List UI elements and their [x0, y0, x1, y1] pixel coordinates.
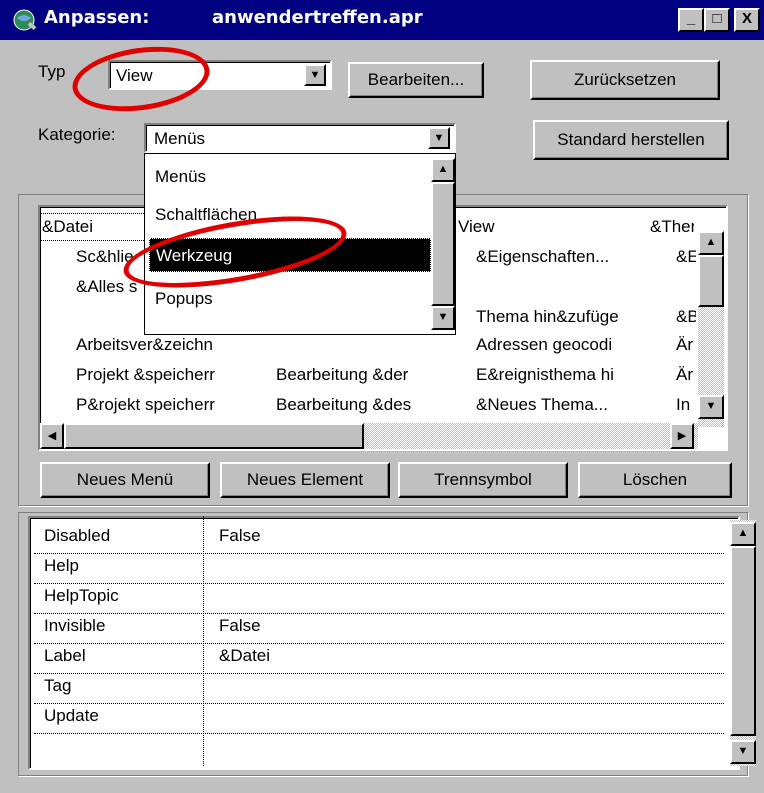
maximize-button[interactable]: □	[704, 8, 730, 32]
neues-element-button[interactable]: Neues Element	[220, 462, 390, 498]
globe-icon	[13, 9, 37, 31]
grid-cell[interactable]: Är	[676, 365, 696, 385]
property-row[interactable]: Tag	[34, 674, 724, 704]
chevron-down-icon[interactable]: ▼	[428, 127, 450, 149]
grid-cell[interactable]: &B	[676, 307, 696, 327]
kategorie-dropdown-list[interactable]: Menüs Schaltflächen Werkzeug Popups ▲ ▼	[144, 153, 456, 335]
property-row[interactable]: Help	[34, 554, 724, 584]
property-name: Invisible	[44, 616, 106, 635]
property-name: Tag	[44, 676, 72, 695]
grid-hscroll-thumb[interactable]	[64, 423, 364, 449]
grid-vscroll-thumb[interactable]	[698, 255, 724, 307]
property-column-divider	[203, 516, 204, 766]
property-value[interactable]: &Datei	[219, 646, 270, 666]
property-vscroll-thumb[interactable]	[730, 546, 756, 736]
standard-herstellen-button[interactable]: Standard herstellen	[533, 120, 729, 160]
title-bar[interactable]: Anpassen: anwendertreffen.apr _ □ X	[0, 0, 764, 40]
kategorie-select[interactable]: Menüs ▼	[144, 123, 456, 153]
property-name: Disabled	[44, 526, 111, 545]
grid-cell[interactable]: Bearbeitung &des	[276, 395, 456, 415]
property-name: HelpTopic	[44, 586, 119, 605]
grid-header-datei[interactable]: &Datei	[42, 217, 93, 237]
dropdown-item-werkzeug[interactable]: Werkzeug	[149, 238, 431, 272]
scroll-up-icon[interactable]: ▲	[730, 522, 756, 546]
chevron-down-icon[interactable]: ▼	[304, 64, 326, 86]
grid-cell[interactable]: Projekt &speicherr	[76, 365, 264, 385]
typ-select[interactable]: View ▼	[108, 60, 332, 90]
grid-cell[interactable]: &E	[676, 247, 696, 267]
grid-header-thema[interactable]: &Ther	[650, 217, 694, 237]
minimize-button[interactable]: _	[678, 8, 704, 32]
grid-cell[interactable]: Bearbeitung &der	[276, 365, 456, 385]
property-name: Update	[44, 706, 99, 725]
neues-menu-button[interactable]: Neues Menü	[40, 462, 210, 498]
dropdown-item-schaltflaechen[interactable]: Schaltflächen	[149, 198, 431, 232]
property-row[interactable]: Invisible False	[34, 614, 724, 644]
scroll-down-icon[interactable]: ▼	[698, 395, 724, 419]
typ-value: View	[116, 66, 153, 85]
property-row[interactable]: Update	[34, 704, 724, 734]
window-title-file: anwendertreffen.apr	[212, 7, 423, 28]
grid-cell[interactable]: Är	[676, 335, 696, 355]
typ-label: Typ	[38, 62, 66, 81]
scroll-up-icon[interactable]: ▲	[431, 158, 455, 182]
grid-cell[interactable]: In	[676, 395, 696, 415]
property-value[interactable]: False	[219, 616, 261, 636]
scroll-right-icon[interactable]: ▶	[670, 423, 694, 449]
dropdown-scroll-thumb[interactable]	[431, 182, 455, 306]
grid-cell[interactable]: &Eigenschaften...	[476, 247, 636, 267]
property-name: Help	[44, 556, 79, 575]
kategorie-label: Kategorie:	[38, 125, 116, 144]
window-title-prefix: Anpassen:	[44, 7, 150, 28]
scroll-down-icon[interactable]: ▼	[730, 740, 756, 764]
close-button[interactable]: X	[734, 8, 760, 32]
grid-cell[interactable]: Thema hin&zufüge	[476, 307, 630, 327]
grid-cell[interactable]: P&rojekt speicherr	[76, 395, 264, 415]
loeschen-button[interactable]: Löschen	[578, 462, 732, 498]
scroll-up-icon[interactable]: ▲	[698, 231, 724, 255]
property-name: Label	[44, 646, 86, 665]
scroll-down-icon[interactable]: ▼	[431, 306, 455, 330]
grid-header-view[interactable]: View	[458, 217, 495, 237]
grid-cell[interactable]: Arbeitsver&zeichn	[76, 335, 264, 355]
trennsymbol-button[interactable]: Trennsymbol	[398, 462, 568, 498]
grid-cell[interactable]: Adressen geocodi	[476, 335, 630, 355]
property-row[interactable]: Label &Datei	[34, 644, 724, 674]
grid-cell[interactable]: E&reignisthema hi	[476, 365, 630, 385]
dropdown-item-popups[interactable]: Popups	[149, 282, 431, 316]
property-value[interactable]: False	[219, 526, 261, 546]
kategorie-value: Menüs	[154, 129, 206, 148]
property-row[interactable]: HelpTopic	[34, 584, 724, 614]
property-row[interactable]: Disabled False	[34, 524, 724, 554]
bearbeiten-button[interactable]: Bearbeiten...	[348, 62, 484, 98]
grid-cell[interactable]: &Neues Thema...	[476, 395, 630, 415]
zuruecksetzen-button[interactable]: Zurücksetzen	[530, 60, 720, 100]
scroll-left-icon[interactable]: ◀	[40, 423, 64, 449]
dropdown-item-menues[interactable]: Menüs	[149, 160, 431, 194]
